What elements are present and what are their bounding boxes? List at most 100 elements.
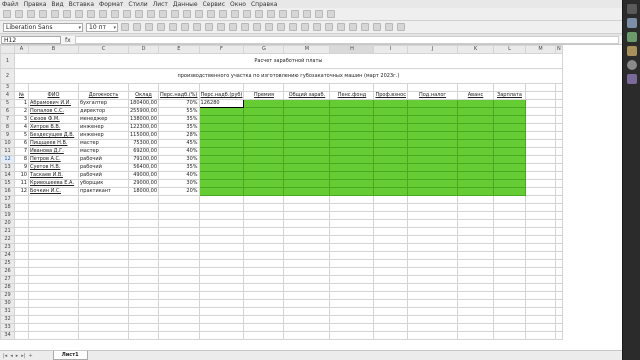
cell[interactable]: [525, 299, 556, 308]
row-header[interactable]: 33: [0, 323, 15, 332]
row-header[interactable]: 7: [0, 115, 15, 124]
cell[interactable]: [243, 323, 285, 332]
format-button-icon[interactable]: [145, 23, 153, 31]
cell[interactable]: [525, 187, 556, 196]
row-header[interactable]: 4: [0, 91, 15, 100]
cell[interactable]: [127, 243, 160, 252]
menu-item[interactable]: Стили: [128, 1, 147, 8]
calc-cell[interactable]: [493, 139, 526, 148]
cell[interactable]: [407, 195, 458, 204]
cell[interactable]: [78, 251, 129, 260]
cell[interactable]: [158, 299, 200, 308]
cell[interactable]: [493, 251, 526, 260]
format-button-icon[interactable]: [157, 23, 165, 31]
toolbar-button-icon[interactable]: [267, 10, 275, 18]
cell[interactable]: [14, 291, 29, 300]
cell[interactable]: [127, 227, 160, 236]
cell[interactable]: [373, 283, 408, 292]
toolbar-button-icon[interactable]: [231, 10, 239, 18]
cell[interactable]: [158, 235, 200, 244]
cell[interactable]: [198, 323, 245, 332]
cell[interactable]: [407, 243, 458, 252]
bonus-rub-cell[interactable]: [198, 155, 245, 164]
cell[interactable]: [555, 187, 563, 196]
cell[interactable]: [78, 315, 129, 324]
position-cell[interactable]: мастер: [78, 139, 129, 148]
format-button-icon[interactable]: [373, 23, 381, 31]
row-header[interactable]: 21: [0, 227, 15, 236]
cell[interactable]: [373, 323, 408, 332]
cell[interactable]: [127, 203, 160, 212]
format-button-icon[interactable]: [193, 23, 201, 31]
cell[interactable]: [243, 275, 285, 284]
toolbar-button-icon[interactable]: [63, 10, 71, 18]
cell[interactable]: [127, 291, 160, 300]
cell[interactable]: [329, 195, 375, 204]
cell[interactable]: [14, 211, 29, 220]
calc-cell[interactable]: [329, 147, 375, 156]
column-header[interactable]: L: [493, 45, 526, 54]
cell[interactable]: [283, 283, 331, 292]
cell[interactable]: [407, 219, 458, 228]
calc-cell[interactable]: [329, 107, 375, 116]
column-label[interactable]: Проф.взнос: [373, 91, 408, 100]
cell[interactable]: [407, 267, 458, 276]
gallery-icon[interactable]: [626, 46, 637, 56]
cell[interactable]: [243, 251, 285, 260]
cell[interactable]: [243, 219, 285, 228]
calc-cell[interactable]: [457, 187, 494, 196]
bonus-rub-cell[interactable]: [198, 179, 245, 188]
column-label[interactable]: Оклад: [127, 91, 160, 100]
salary-cell[interactable]: 29000,00: [127, 179, 160, 188]
calc-cell[interactable]: [283, 139, 331, 148]
cell[interactable]: [555, 283, 563, 292]
calc-cell[interactable]: [243, 155, 285, 164]
position-cell[interactable]: практикант: [78, 187, 129, 196]
cell[interactable]: [78, 219, 129, 228]
cell[interactable]: [283, 227, 331, 236]
column-label[interactable]: Аванс: [457, 91, 494, 100]
cell[interactable]: [243, 195, 285, 204]
cell[interactable]: [28, 219, 79, 228]
format-button-icon[interactable]: [289, 23, 297, 31]
cell[interactable]: [28, 267, 79, 276]
cell[interactable]: [373, 259, 408, 268]
cell[interactable]: [329, 203, 375, 212]
next-sheet-icon[interactable]: ▸: [16, 353, 19, 359]
toolbar-button-icon[interactable]: [315, 10, 323, 18]
cell[interactable]: [158, 243, 200, 252]
cell[interactable]: [127, 275, 160, 284]
calc-cell[interactable]: [373, 99, 408, 108]
toolbar-button-icon[interactable]: [291, 10, 299, 18]
calc-cell[interactable]: [457, 179, 494, 188]
last-sheet-icon[interactable]: ▸|: [21, 353, 25, 359]
cell[interactable]: [555, 163, 563, 172]
row-number-cell[interactable]: 2: [14, 107, 29, 116]
calc-cell[interactable]: [283, 107, 331, 116]
row-header[interactable]: 19: [0, 211, 15, 220]
bonus-percent-cell[interactable]: 35%: [158, 123, 200, 132]
cell[interactable]: [525, 123, 556, 132]
cell[interactable]: [158, 219, 200, 228]
cell[interactable]: [198, 331, 245, 340]
calc-cell[interactable]: [329, 123, 375, 132]
employee-name-cell[interactable]: Абрамович И.И.: [28, 99, 79, 108]
cell[interactable]: [493, 203, 526, 212]
cell[interactable]: [525, 171, 556, 180]
row-header[interactable]: 8: [0, 123, 15, 132]
calc-cell[interactable]: [373, 107, 408, 116]
row-header[interactable]: 17: [0, 195, 15, 204]
cell[interactable]: [329, 235, 375, 244]
cell[interactable]: [407, 227, 458, 236]
column-header[interactable]: D: [127, 45, 160, 54]
cell[interactable]: [198, 203, 245, 212]
cell[interactable]: [329, 259, 375, 268]
calc-cell[interactable]: [493, 107, 526, 116]
calc-cell[interactable]: [329, 187, 375, 196]
cell[interactable]: [243, 227, 285, 236]
cell[interactable]: [243, 259, 285, 268]
cell[interactable]: [127, 259, 160, 268]
bonus-rub-cell[interactable]: [198, 107, 245, 116]
calc-cell[interactable]: [373, 155, 408, 164]
cell[interactable]: [78, 275, 129, 284]
